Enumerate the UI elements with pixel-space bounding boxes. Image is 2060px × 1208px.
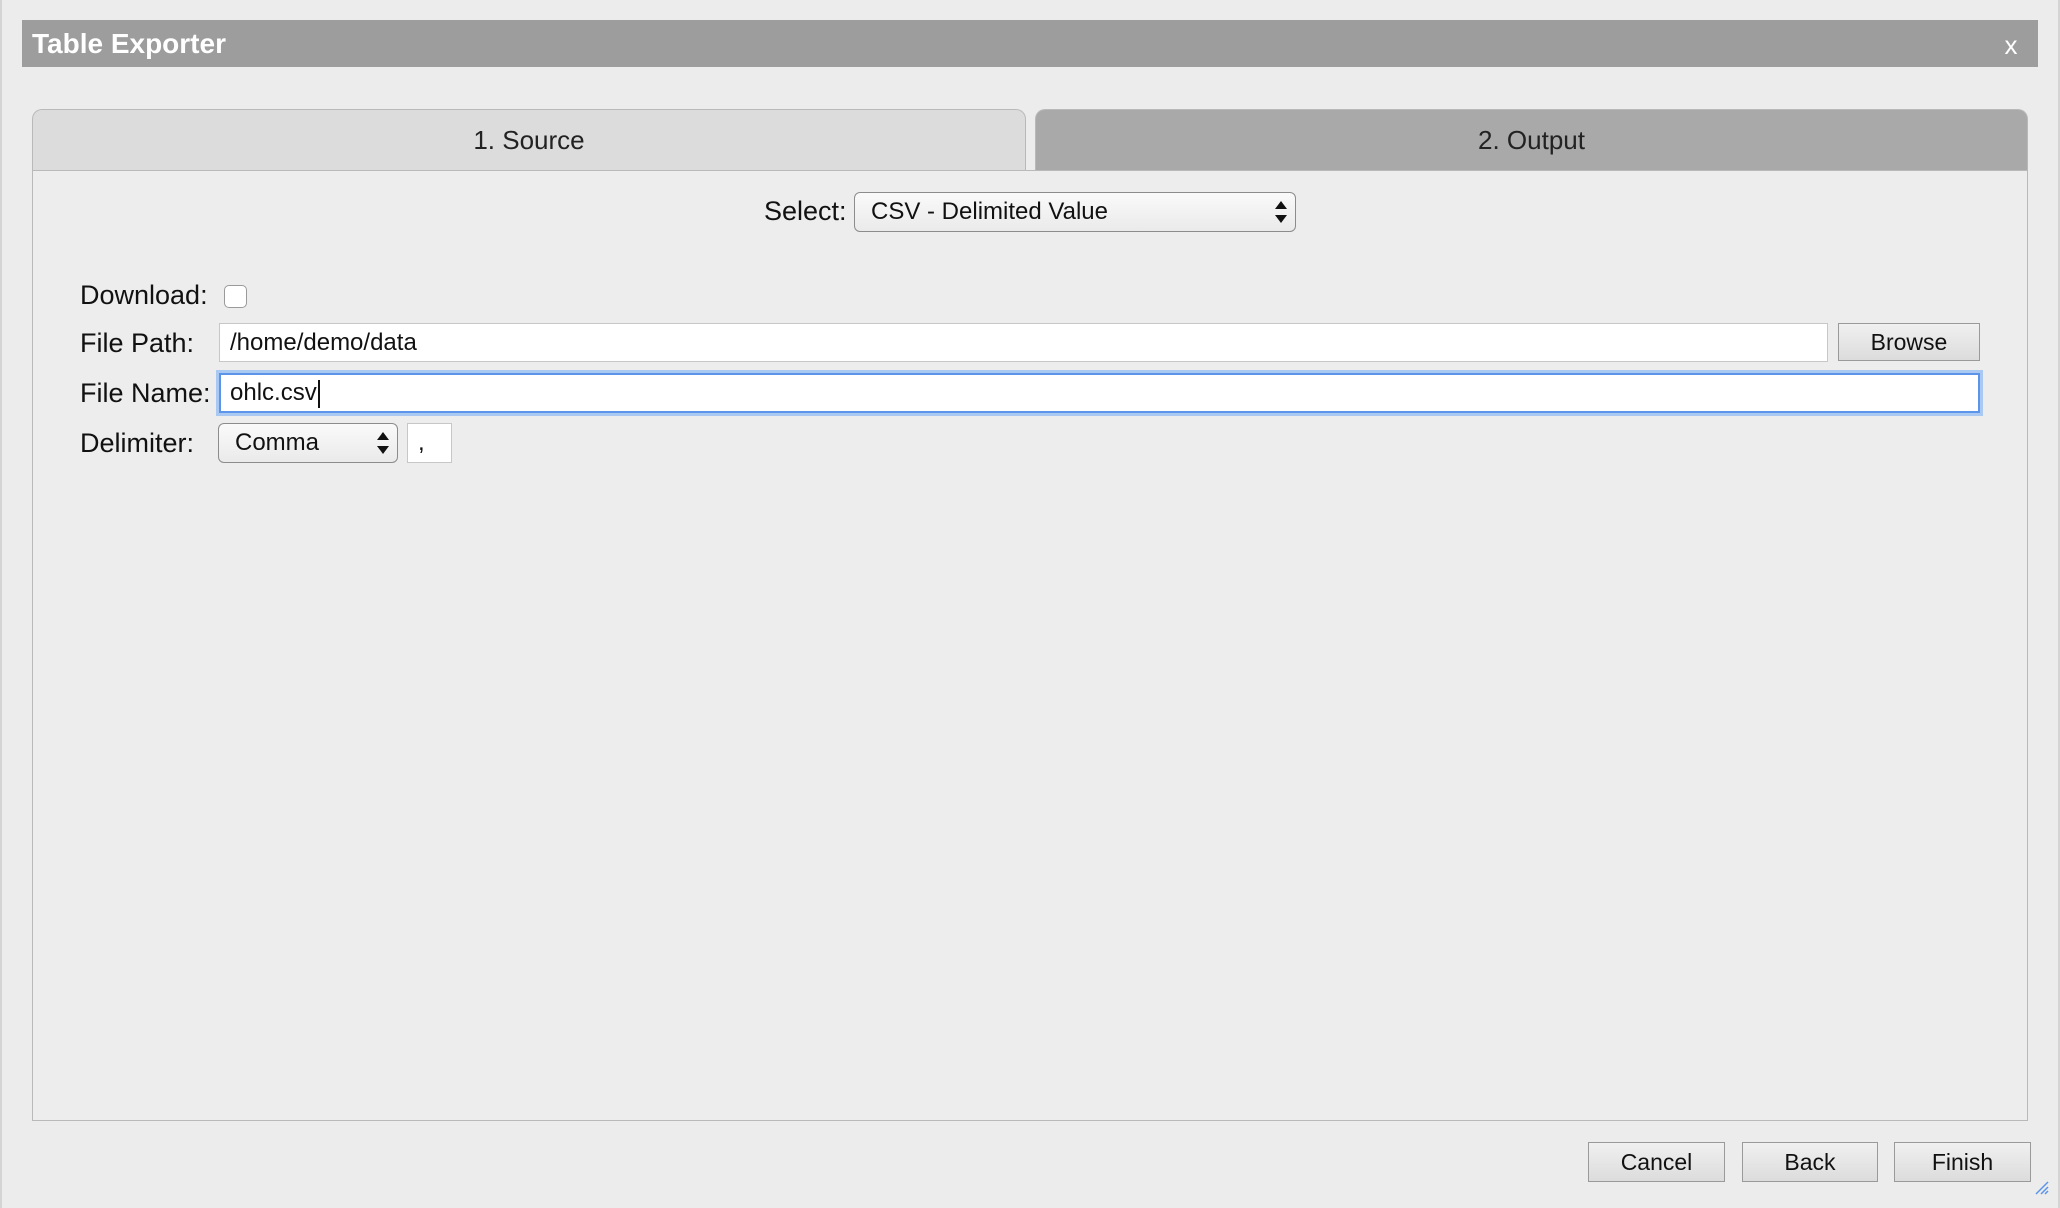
- select-arrows-icon: [377, 432, 389, 454]
- title-bar: Table Exporter x: [22, 20, 2038, 67]
- close-button[interactable]: x: [1996, 20, 2026, 67]
- dialog-title: Table Exporter: [32, 28, 226, 59]
- format-select[interactable]: CSV - Delimited Value: [854, 192, 1296, 232]
- delimiter-select-value: Comma: [235, 429, 320, 456]
- file-path-input[interactable]: /home/demo/data: [219, 323, 1828, 362]
- file-path-value: /home/demo/data: [230, 329, 417, 356]
- file-name-input[interactable]: ohlc.csv: [219, 373, 1980, 413]
- tab-output[interactable]: 2. Output: [1035, 109, 2028, 170]
- delimiter-char-input[interactable]: ,: [407, 423, 452, 463]
- text-caret: [317, 379, 320, 408]
- output-panel: [32, 170, 2028, 1121]
- file-path-label: File Path:: [80, 328, 195, 358]
- table-exporter-dialog: Table Exporter x 1. Source 2. Output Sel…: [0, 0, 2060, 1208]
- cancel-button[interactable]: Cancel: [1588, 1142, 1725, 1182]
- select-arrows-icon: [1275, 201, 1287, 223]
- delimiter-char-value: ,: [418, 429, 425, 456]
- back-button[interactable]: Back: [1742, 1142, 1878, 1182]
- select-label: Select:: [764, 196, 847, 226]
- file-name-value: ohlc.csv: [230, 379, 317, 406]
- download-label: Download:: [80, 280, 208, 310]
- finish-button[interactable]: Finish: [1894, 1142, 2031, 1182]
- file-name-label: File Name:: [80, 378, 211, 408]
- format-select-value: CSV - Delimited Value: [871, 198, 1108, 225]
- resize-grip-icon[interactable]: [2034, 1180, 2050, 1196]
- download-checkbox[interactable]: [224, 285, 247, 308]
- delimiter-label: Delimiter:: [80, 428, 195, 458]
- delimiter-select[interactable]: Comma: [218, 423, 398, 463]
- tab-source[interactable]: 1. Source: [32, 109, 1026, 170]
- browse-button[interactable]: Browse: [1838, 323, 1980, 361]
